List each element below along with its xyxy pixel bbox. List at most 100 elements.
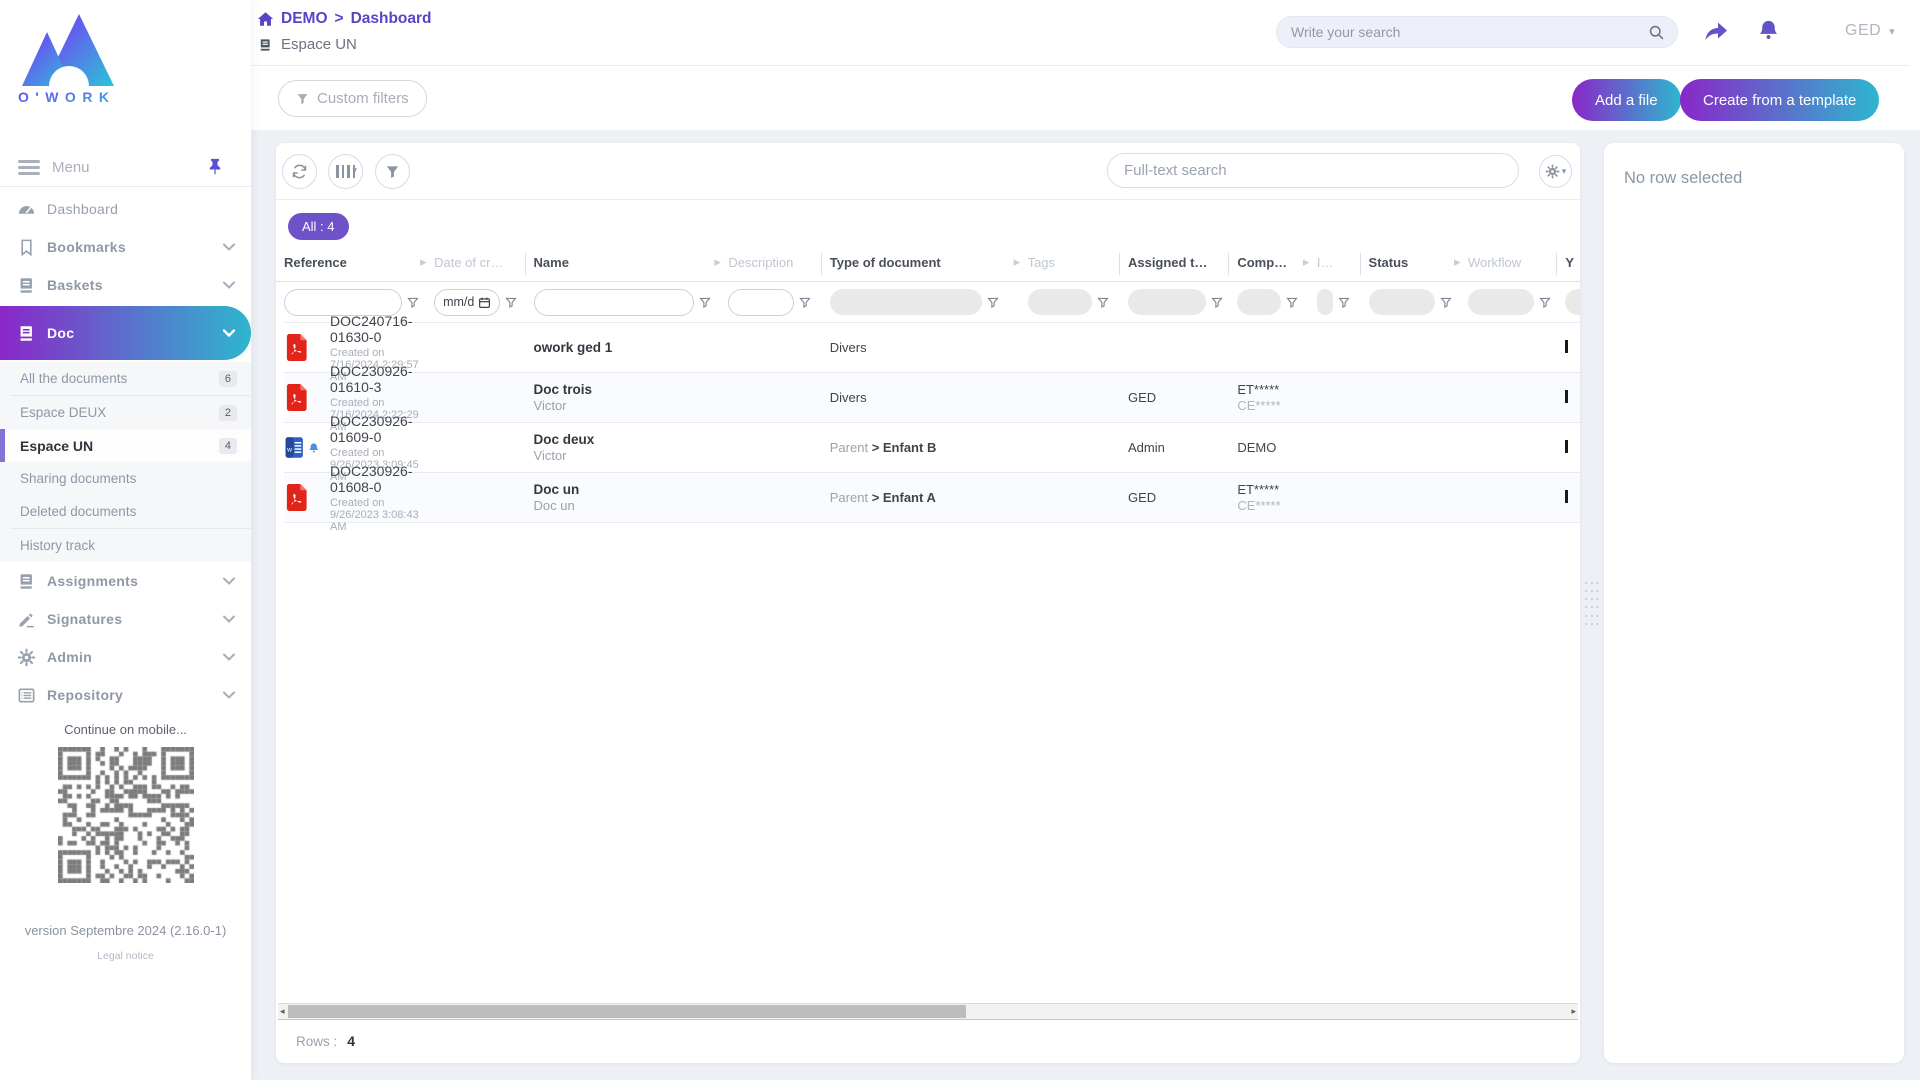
column-header-reference[interactable]: Reference (284, 255, 434, 270)
document-type: > Enfant B (871, 440, 937, 455)
document-reference: DOC230926-01610-3 (330, 362, 413, 395)
filter-reference-input[interactable] (284, 288, 402, 316)
submenu-item-all-documents[interactable]: All the documents 6 (0, 362, 251, 395)
column-header-name[interactable]: Name (524, 252, 729, 275)
columns-button[interactable]: ▾ (328, 154, 363, 189)
breadcrumb-page[interactable]: Dashboard (351, 10, 432, 28)
dashboard-icon (17, 200, 36, 219)
scrollbar-thumb[interactable] (288, 1005, 966, 1018)
sidebar-item-bookmarks[interactable]: Bookmarks (0, 228, 251, 266)
share-icon[interactable] (1703, 20, 1729, 42)
column-header-assigned[interactable]: Assigned t… (1118, 252, 1237, 275)
document-type: > Enfant A (871, 490, 936, 505)
sidebar-item-signatures[interactable]: Signatures (0, 600, 251, 638)
column-header-tags[interactable]: ▸ Tags (1014, 254, 1128, 270)
column-header-workflow[interactable]: ▸ Workflow (1454, 254, 1565, 270)
pdf-file-icon (286, 384, 307, 411)
filter-company-disabled (1237, 289, 1282, 315)
custom-filters-button[interactable]: Custom filters (278, 80, 427, 117)
sidebar-item-label: Doc (47, 325, 75, 341)
count-badge: 4 (218, 437, 237, 454)
table-row[interactable]: DOC230926-01608-0 Created on 9/26/2023 3… (284, 463, 1580, 533)
document-assigned: GED (1127, 490, 1157, 505)
sidebar-item-doc[interactable]: Doc (0, 306, 251, 360)
mobile-title: Continue on mobile... (64, 722, 187, 737)
sidebar-item-label: Assignments (47, 573, 139, 589)
sidebar-item-dashboard[interactable]: Dashboard (0, 190, 251, 228)
column-header-type[interactable]: Type of document (820, 252, 1028, 275)
funnel-icon[interactable] (799, 296, 812, 309)
funnel-icon[interactable] (1338, 296, 1350, 309)
global-search-input[interactable] (1277, 24, 1648, 40)
panel-resize-handle[interactable] (1585, 582, 1599, 628)
pin-icon[interactable] (207, 157, 223, 176)
submenu-item-deleted-documents[interactable]: Deleted documents (0, 495, 251, 528)
add-file-button[interactable]: Add a file (1572, 79, 1681, 121)
hamburger-icon[interactable] (18, 157, 40, 178)
create-from-template-button[interactable]: Create from a template (1680, 79, 1880, 121)
breadcrumb-home[interactable]: DEMO (281, 10, 328, 28)
filter-workflow-disabled (1467, 289, 1534, 315)
filter-name-input[interactable] (533, 288, 694, 316)
fulltext-search-input[interactable] (1108, 162, 1518, 179)
caret-down-icon: ▾ (1561, 166, 1567, 176)
legal-notice-link[interactable]: Legal notice (0, 950, 251, 962)
sidebar-item-admin[interactable]: Admin (0, 638, 251, 676)
chevron-down-icon (223, 243, 235, 251)
funnel-icon[interactable] (1096, 296, 1109, 309)
document-company: DEMO (1237, 440, 1277, 455)
funnel-icon[interactable] (1439, 296, 1452, 309)
table-row[interactable]: w DOC230926-01609-0 Created on 9/26/2023… (284, 413, 1580, 483)
funnel-icon[interactable] (1539, 296, 1551, 309)
sidebar-item-baskets[interactable]: Baskets (0, 266, 251, 304)
document-subtitle: Victor (533, 398, 567, 413)
horizontal-scrollbar[interactable]: ◂ ▸ (278, 1003, 1578, 1020)
sidebar-item-assignments[interactable]: Assignments (0, 562, 251, 600)
filter-i-disabled (1316, 289, 1333, 315)
home-icon[interactable] (257, 11, 274, 27)
funnel-icon[interactable] (407, 296, 419, 309)
table-row[interactable]: DOC240716-01630-0 Created on 7/16/2024 2… (284, 313, 1580, 383)
chevron-down-icon (223, 615, 235, 623)
table-row[interactable]: DOC230926-01610-3 Created on 7/16/2024 2… (284, 363, 1580, 433)
table-settings-button[interactable]: ▾ (1539, 155, 1572, 188)
filter-date-input[interactable]: mm/d (434, 288, 501, 316)
document-reference: DOC230926-01608-0 (330, 462, 413, 495)
scroll-left-icon[interactable]: ◂ (280, 1004, 285, 1019)
sidebar-item-repository[interactable]: Repository (0, 676, 251, 714)
submenu-label: Deleted documents (20, 504, 137, 519)
document-reference: DOC240716-01630-0 (330, 312, 413, 345)
submenu-item-espace-deux[interactable]: Espace DEUX 2 (0, 396, 251, 429)
svg-text:O'WORK: O'WORK (18, 89, 116, 104)
tab-all[interactable]: All : 4 (288, 213, 349, 240)
filter-tags-disabled (1027, 289, 1092, 315)
scroll-right-icon[interactable]: ▸ (1571, 1004, 1576, 1019)
search-icon[interactable] (1648, 24, 1665, 41)
filter-description-input[interactable] (728, 288, 795, 316)
sidebar-item-label: Admin (47, 649, 93, 665)
column-header-y[interactable]: Y (1556, 252, 1580, 275)
column-header-i[interactable]: ▸ I… (1303, 254, 1369, 270)
user-menu[interactable]: GED ▾ (1845, 22, 1895, 40)
count-badge: 6 (218, 370, 237, 387)
breadcrumb-sub: Espace UN (258, 36, 357, 53)
funnel-icon[interactable] (505, 296, 518, 309)
column-arrow-icon: ▸ (1453, 254, 1461, 269)
breadcrumb: DEMO > Dashboard (257, 10, 432, 28)
filter-button[interactable] (375, 154, 410, 189)
submenu-item-sharing-documents[interactable]: Sharing documents (0, 462, 251, 495)
submenu-item-history-track[interactable]: History track (0, 529, 251, 562)
table-body: DOC240716-01630-0 Created on 7/16/2024 2… (284, 313, 1580, 533)
funnel-icon[interactable] (1286, 296, 1298, 309)
column-header-date[interactable]: ▸ Date of cr… (420, 254, 533, 270)
bell-icon[interactable] (1757, 18, 1780, 42)
refresh-button[interactable] (282, 154, 317, 189)
funnel-icon[interactable] (698, 296, 711, 309)
column-header-description[interactable]: ▸ Description (714, 254, 829, 270)
submenu-item-espace-un[interactable]: Espace UN 4 (0, 429, 251, 462)
chevron-down-icon (223, 329, 235, 337)
funnel-icon[interactable] (987, 296, 999, 309)
sidebar-divider (0, 186, 251, 187)
mobile-block: Continue on mobile... version Septembre … (0, 722, 251, 962)
funnel-icon[interactable] (1211, 296, 1223, 309)
